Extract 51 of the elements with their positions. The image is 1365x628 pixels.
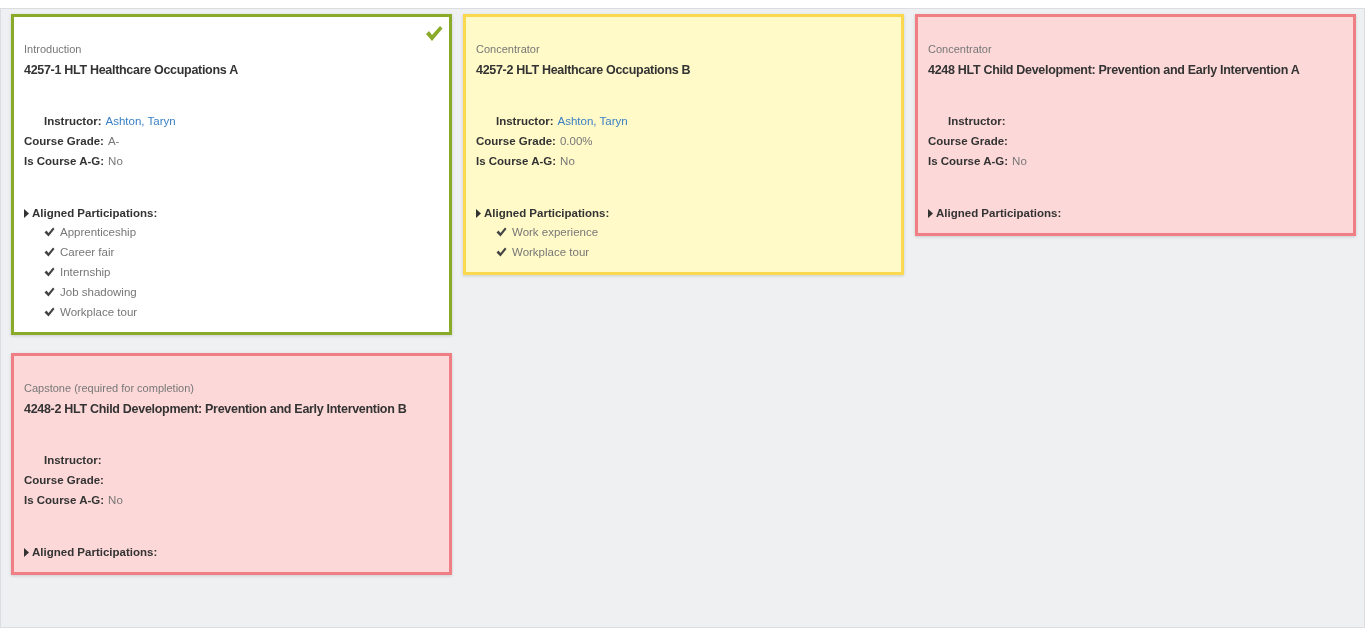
caret-icon[interactable] (476, 208, 481, 218)
course-category: Capstone (required for completion) (24, 382, 195, 394)
course-title: 4257-2 HLT Healthcare Occupations B (476, 63, 692, 77)
participation-item: Job shadowing (60, 286, 137, 298)
field-value: No (108, 494, 123, 506)
course-category: Introduction (24, 43, 83, 55)
course-title: 4257-1 HLT Healthcare Occupations A (24, 63, 239, 77)
check-icon (44, 307, 55, 317)
field-label: Instructor: (496, 115, 554, 127)
field-value: No (560, 155, 575, 167)
participation-item: Career fair (60, 246, 115, 258)
participations-toggle[interactable]: Aligned Participations: (484, 207, 610, 219)
participations-toggle[interactable]: Aligned Participations: (936, 207, 1062, 219)
check-icon (44, 227, 55, 237)
field-label: Is Course A-G: (24, 494, 105, 506)
instructor-link[interactable]: Ashton, Taryn (557, 115, 628, 127)
field-label: Is Course A-G: (928, 155, 1009, 167)
field-label: Instructor: (948, 115, 1006, 127)
field-value: No (108, 155, 123, 167)
check-icon (44, 267, 55, 277)
instructor-link[interactable]: Ashton, Taryn (105, 115, 176, 127)
check-icon (44, 247, 55, 257)
participations-toggle[interactable]: Aligned Participations: (32, 207, 158, 219)
caret-icon[interactable] (24, 208, 29, 218)
course-category: Concentrator (928, 43, 993, 55)
check-icon (44, 287, 55, 297)
field-value: 0.00% (559, 135, 593, 147)
participation-item: Internship (60, 266, 111, 278)
course-category: Concentrator (476, 43, 541, 55)
check-icon (496, 247, 507, 257)
participation-item: Workplace tour (512, 246, 590, 258)
field-value: A- (107, 135, 120, 147)
participation-item: Workplace tour (60, 306, 138, 318)
field-label: Is Course A-G: (476, 155, 557, 167)
course-title: 4248-2 HLT Child Development: Prevention and Early Intervention B (24, 402, 408, 416)
field-label: Course Grade: (24, 135, 104, 147)
course-title: 4248 HLT Child Development: Prevention and Early Intervention A (928, 63, 1301, 77)
participation-item: Apprenticeship (60, 226, 137, 238)
field-label: Instructor: (44, 115, 102, 127)
participation-item: Work experience (512, 226, 599, 238)
field-value: No (1012, 155, 1027, 167)
field-label: Course Grade: (476, 135, 556, 147)
field-label: Instructor: (44, 454, 102, 466)
caret-icon[interactable] (24, 547, 29, 557)
participations-toggle[interactable]: Aligned Participations: (32, 546, 158, 558)
checkmark-icon (425, 25, 443, 42)
field-label: Is Course A-G: (24, 155, 105, 167)
field-label: Course Grade: (928, 135, 1008, 147)
field-label: Course Grade: (24, 474, 104, 486)
caret-icon[interactable] (928, 208, 933, 218)
check-icon (496, 227, 507, 237)
